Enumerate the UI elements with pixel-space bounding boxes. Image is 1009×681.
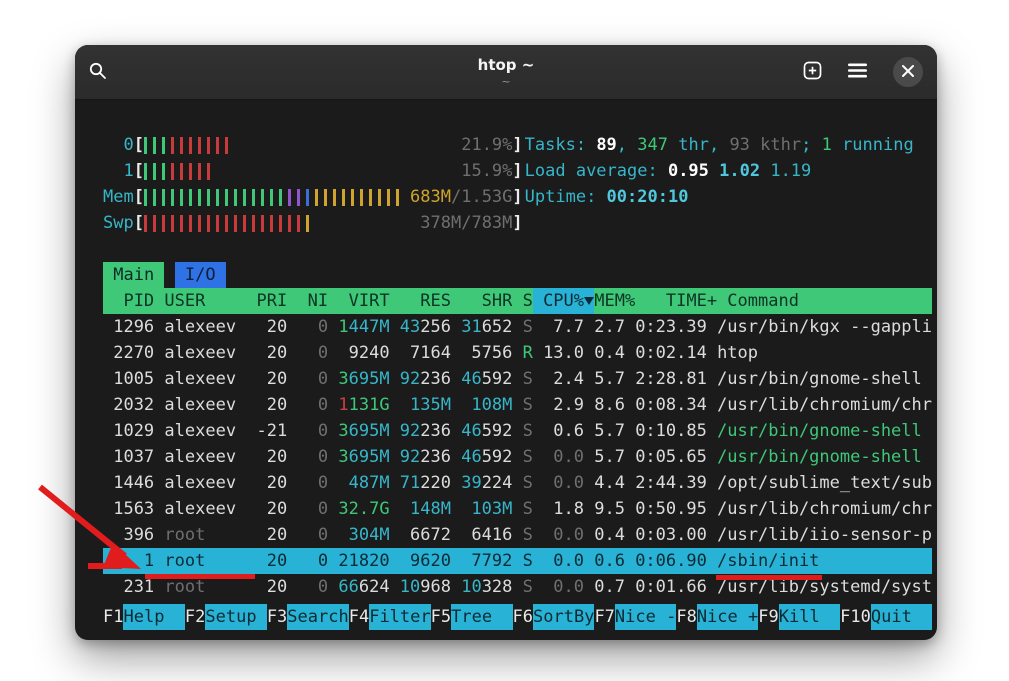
search-button[interactable] [89,62,107,83]
table-header-row: PID USER PRI NI VIRT RES SHR SCPU% MEM% TIME+ Comm… [103,288,932,314]
fnkey-setup[interactable]: F2Setup [185,604,267,630]
summary-line-3: Uptime: 00:20:10 [525,184,914,210]
fnkey-kill[interactable]: F9Kill [758,604,840,630]
menu-button[interactable] [848,63,867,81]
sort-descending-icon [584,288,594,314]
process-row[interactable]: 2032alexeev2001131G135M108MS2.98.60:08.3… [103,392,932,418]
column-header-virt[interactable]: VIRT [338,288,389,314]
process-row[interactable]: 1446alexeev200487M7122039224S0.04.42:44.… [103,470,932,496]
column-header-command[interactable]: Command [727,288,932,314]
column-header-pid[interactable]: PID [103,288,154,314]
tab-io[interactable]: I/O [175,262,226,288]
function-key-bar: F1Help F2Setup F3SearchF4FilterF5Tree F6… [103,604,932,630]
fnkey-filter[interactable]: F4Filter [349,604,431,630]
tab-main[interactable]: Main [103,262,164,288]
process-row[interactable]: 1296alexeev2001447M4325631652S7.72.70:23… [103,314,932,340]
new-tab-button[interactable] [803,61,822,83]
summary-line-1: Tasks: 89, 347 thr, 93 kthr; 1 running [525,132,914,158]
search-icon [89,62,107,83]
new-tab-icon [803,61,822,83]
process-row[interactable]: 1037alexeev2003695M9223646592S0.05.70:05… [103,444,932,470]
fnkey-tree[interactable]: F5Tree [431,604,513,630]
htop-screen: 0[21.9%]1[15.9%]Mem[683M/1.53G]Swp[378M/… [75,100,937,630]
summary: Tasks: 89, 347 thr, 93 kthr; 1 runningLo… [525,132,914,236]
process-row[interactable]: 396root200304M66726416S0.00.40:03.00/usr… [103,522,932,548]
summary-line-2: Load average: 0.95 1.02 1.19 [525,158,914,184]
column-header-cpu[interactable]: CPU% [533,288,584,314]
process-row-selected[interactable]: 1root2002182096207792S0.00.60:06.90/sbin… [103,548,932,574]
meter-1: 1[15.9%] [103,158,523,184]
hamburger-menu-icon [848,63,867,81]
fnkey-nice-[interactable]: F7Nice - [594,604,676,630]
close-button[interactable] [893,57,923,87]
screen-tabs: Main I/O [103,262,937,288]
fnkey-quit[interactable]: F10Quit [840,604,932,630]
meters: 0[21.9%]1[15.9%]Mem[683M/1.53G]Swp[378M/… [103,132,523,236]
column-header-pri[interactable]: PRI [257,288,288,314]
close-icon [902,65,914,80]
process-row[interactable]: 231root200666241096810328S0.00.70:01.66/… [103,574,932,600]
fnkey-help[interactable]: F1Help [103,604,185,630]
process-row[interactable]: 1029alexeev-2103695M9223646592S0.65.70:1… [103,418,932,444]
column-header-res[interactable]: RES [400,288,451,314]
column-header-time[interactable]: TIME+ [645,288,717,314]
column-header-user[interactable]: USER [164,288,246,314]
meter-swp: Swp[378M/783M] [103,210,523,236]
blank-row [103,236,937,262]
fnkey-search[interactable]: F3Search [267,604,349,630]
column-header-s[interactable]: S [523,288,533,314]
column-header-mem[interactable]: MEM% [594,288,635,314]
column-header-shr[interactable]: SHR [461,288,512,314]
fnkey-sortby[interactable]: F6SortBy [513,604,595,630]
column-header-ni[interactable]: NI [297,288,328,314]
titlebar: htop ~ ~ [75,45,937,100]
process-row[interactable]: 1563alexeev20032.7G148M103MS1.89.50:50.9… [103,496,932,522]
process-table: 1296alexeev2001447M4325631652S7.72.70:23… [103,314,932,600]
meter-mem: Mem[683M/1.53G] [103,184,523,210]
meter-0: 0[21.9%] [103,132,523,158]
fnkey-nice-[interactable]: F8Nice + [676,604,758,630]
process-row[interactable]: 1005alexeev2003695M9223646592S2.45.72:28… [103,366,932,392]
terminal-window: htop ~ ~ [75,45,937,640]
process-row[interactable]: 2270alexeev200924071645756R13.00.40:02.1… [103,340,932,366]
